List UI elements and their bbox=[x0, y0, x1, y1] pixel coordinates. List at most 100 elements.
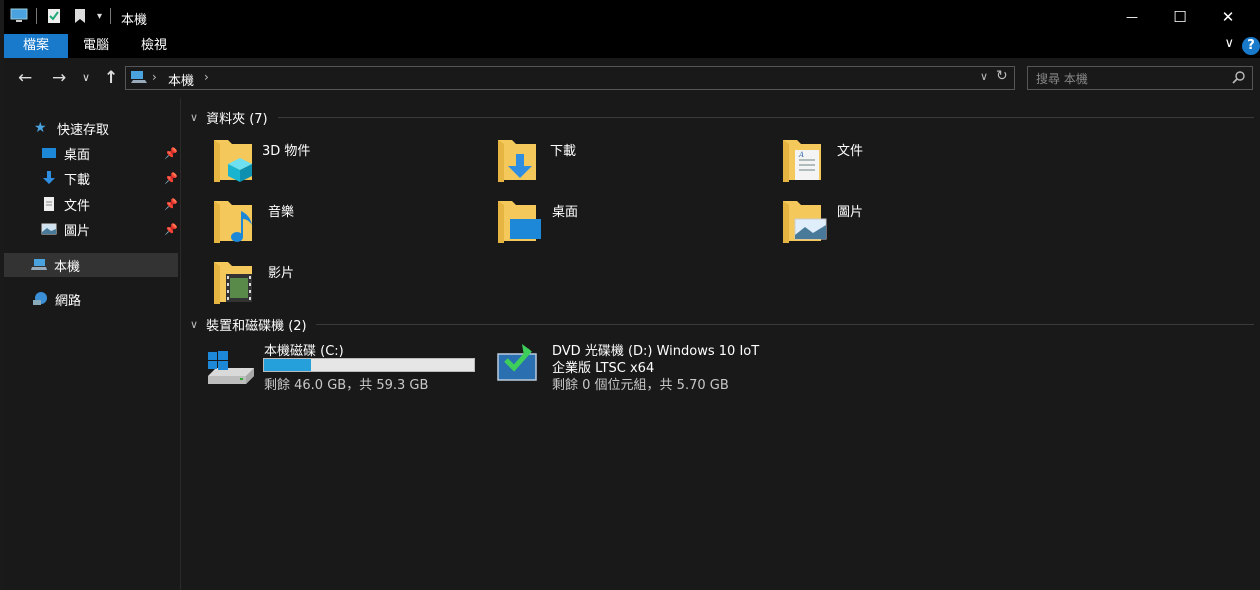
desktop-icon bbox=[42, 148, 56, 158]
minimize-icon: — bbox=[1126, 10, 1138, 24]
pin-icon[interactable]: 📌 bbox=[164, 172, 178, 185]
tab-computer[interactable]: 電腦 bbox=[76, 34, 116, 58]
ribbon-tabs: 檔案 電腦 檢視 ∨ ? bbox=[4, 34, 1260, 58]
nav-pinned-label: 桌面 bbox=[64, 147, 91, 163]
drive-free-space: 剩餘 46.0 GB，共 59.3 GB bbox=[264, 378, 429, 393]
folder-item[interactable]: 音樂 bbox=[210, 197, 480, 249]
search-placeholder: 搜尋 本機 bbox=[1036, 72, 1088, 86]
this-pc-icon bbox=[31, 259, 47, 270]
nav-network[interactable]: 網路 bbox=[32, 287, 81, 311]
videos-folder-icon bbox=[214, 262, 252, 304]
new-folder-icon[interactable] bbox=[71, 8, 89, 24]
music-folder-icon bbox=[214, 201, 252, 243]
breadcrumb-separator-icon[interactable]: › bbox=[204, 70, 209, 84]
back-arrow-icon[interactable]: ← bbox=[18, 68, 32, 88]
nav-pinned-label: 文件 bbox=[64, 198, 91, 214]
downloads-folder-icon bbox=[498, 140, 536, 182]
forward-arrow-icon[interactable]: → bbox=[52, 68, 66, 88]
breadcrumb-this-pc[interactable]: 本機 bbox=[168, 70, 194, 89]
folder-item[interactable]: 圖片 bbox=[779, 197, 1049, 249]
pictures-folder-icon bbox=[783, 201, 827, 243]
this-pc-small-icon bbox=[131, 71, 147, 83]
collapse-chevron-icon[interactable]: ∨ bbox=[190, 111, 198, 124]
help-button[interactable]: ? bbox=[1242, 37, 1260, 55]
pictures-icon bbox=[41, 223, 57, 235]
folder-item[interactable]: 下載 bbox=[494, 136, 764, 188]
folder-item[interactable]: 影片 bbox=[210, 258, 480, 310]
minimize-button[interactable]: — bbox=[1108, 0, 1156, 34]
nav-pinned-downloads[interactable]: 下載 bbox=[41, 166, 90, 190]
folder-name: 影片 bbox=[268, 266, 295, 281]
nav-network-label: 網路 bbox=[55, 293, 82, 309]
navigation-bar: ← → ∨ ↑ › 本機 › ∨ ↻ 搜尋 本機 bbox=[4, 58, 1260, 98]
separator bbox=[110, 8, 112, 24]
close-icon: ✕ bbox=[1221, 8, 1235, 26]
search-icon[interactable] bbox=[1232, 71, 1245, 84]
window-title: 本機 bbox=[121, 13, 148, 28]
quick-access-toolbar: ▾ bbox=[10, 8, 112, 24]
folder-name: 圖片 bbox=[837, 205, 864, 220]
group-divider bbox=[278, 117, 1254, 118]
nav-pinned-pictures[interactable]: 圖片 bbox=[41, 217, 90, 241]
svg-text:A: A bbox=[798, 151, 804, 159]
drive-item-c[interactable]: 本機磁碟 (C:) 剩餘 46.0 GB，共 59.3 GB bbox=[204, 338, 484, 393]
search-box[interactable]: 搜尋 本機 bbox=[1027, 66, 1253, 90]
folder-name: 3D 物件 bbox=[262, 144, 311, 159]
folder-item[interactable]: 桌面 bbox=[494, 197, 764, 249]
folder-name: 音樂 bbox=[268, 205, 295, 220]
drive-name: 本機磁碟 (C:) bbox=[264, 344, 344, 359]
local-disk-icon bbox=[208, 351, 254, 384]
maximize-icon: ☐ bbox=[1173, 8, 1187, 26]
title-bar: ▾ 本機 — ☐ ✕ bbox=[4, 0, 1260, 34]
folder-item[interactable]: A 文件 bbox=[779, 136, 1049, 188]
recent-locations-chevron-icon[interactable]: ∨ bbox=[82, 71, 90, 84]
download-icon bbox=[43, 171, 55, 184]
breadcrumb-separator-icon[interactable]: › bbox=[152, 70, 157, 84]
file-explorer-window: ▾ 本機 — ☐ ✕ 檔案 電腦 檢視 ∨ ? ← → ∨ ↑ › 本機 › ∨… bbox=[4, 0, 1260, 590]
nav-pinned-documents[interactable]: 文件 bbox=[41, 192, 90, 216]
expand-ribbon-chevron-icon[interactable]: ∨ bbox=[1224, 36, 1234, 51]
dvd-drive-icon bbox=[497, 344, 537, 381]
folder-name: 文件 bbox=[837, 144, 864, 159]
address-dropdown-chevron-icon[interactable]: ∨ bbox=[980, 70, 988, 83]
pane-divider[interactable] bbox=[180, 98, 181, 590]
nav-quick-access[interactable]: ★ 快速存取 bbox=[34, 116, 109, 140]
properties-icon[interactable] bbox=[45, 8, 63, 24]
nav-pinned-label: 下載 bbox=[64, 172, 91, 188]
star-icon: ★ bbox=[34, 120, 47, 136]
navigation-pane: ★ 快速存取 桌面 📌 下載 📌 文件 📌 圖片 📌 本機 網路 bbox=[4, 98, 180, 590]
group-header-label: 資料夾 (7) bbox=[206, 112, 268, 127]
folder-name: 下載 bbox=[550, 144, 577, 159]
customize-toolbar-chevron-icon[interactable]: ▾ bbox=[97, 11, 102, 22]
drive-usage-bar bbox=[263, 358, 475, 372]
group-header-label: 裝置和磁碟機 (2) bbox=[206, 319, 307, 334]
close-button[interactable]: ✕ bbox=[1204, 0, 1252, 34]
collapse-chevron-icon[interactable]: ∨ bbox=[190, 318, 198, 331]
folder-item[interactable]: 3D 物件 bbox=[210, 136, 480, 188]
desktop-folder-icon bbox=[498, 201, 541, 243]
this-pc-icon[interactable] bbox=[10, 8, 28, 24]
pin-icon[interactable]: 📌 bbox=[164, 223, 178, 236]
drive-free-space: 剩餘 0 個位元組，共 5.70 GB bbox=[552, 378, 729, 393]
address-bar[interactable]: › 本機 › ∨ ↻ bbox=[125, 66, 1015, 90]
group-header-folders[interactable]: ∨ 資料夾 (7) bbox=[190, 108, 268, 127]
separator bbox=[36, 8, 37, 24]
document-icon bbox=[44, 197, 54, 211]
nav-this-pc-label: 本機 bbox=[54, 259, 81, 275]
group-header-drives[interactable]: ∨ 裝置和磁碟機 (2) bbox=[190, 315, 307, 334]
pin-icon[interactable]: 📌 bbox=[164, 147, 178, 160]
tab-view[interactable]: 檢視 bbox=[134, 34, 174, 58]
folder-name: 桌面 bbox=[552, 205, 579, 220]
group-divider bbox=[316, 324, 1254, 325]
drive-item-dvd[interactable]: DVD 光碟機 (D:) Windows 10 IoT 企業版 LTSC x64… bbox=[494, 338, 794, 393]
documents-folder-icon: A bbox=[783, 140, 821, 182]
up-arrow-icon[interactable]: ↑ bbox=[104, 68, 118, 88]
refresh-icon[interactable]: ↻ bbox=[996, 68, 1008, 84]
pin-icon[interactable]: 📌 bbox=[164, 198, 178, 211]
maximize-button[interactable]: ☐ bbox=[1156, 0, 1204, 34]
network-icon bbox=[33, 292, 47, 305]
tab-file[interactable]: 檔案 bbox=[4, 34, 68, 58]
nav-quick-access-label: 快速存取 bbox=[57, 122, 110, 138]
nav-this-pc[interactable]: 本機 bbox=[4, 253, 178, 277]
nav-pinned-desktop[interactable]: 桌面 bbox=[41, 141, 90, 165]
